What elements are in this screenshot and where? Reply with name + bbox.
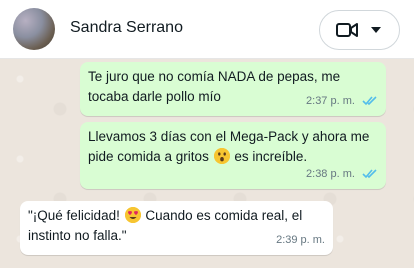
video-call-button[interactable] [319,10,400,50]
message-meta: 2:37 p. m. [306,91,378,111]
chevron-down-icon[interactable] [371,27,381,33]
heart-eyes-emoji-icon [124,207,141,223]
message-bubble-outgoing[interactable]: Te juro que no comía NADA de pepas, me t… [80,62,386,116]
message-text-part: es increíble. [234,149,308,164]
message-meta: 2:38 p. m. [306,164,378,184]
video-camera-icon [336,23,358,37]
message-bubble-incoming[interactable]: "¡Qué felicidad! Cuando es comida real, … [20,201,333,255]
astonished-face-emoji-icon [213,148,230,164]
message-time: 2:39 p. m. [276,234,325,246]
contact-name[interactable]: Sandra Serrano [70,19,183,37]
message-text: Llevamos 3 días con el Mega-Pack y ahora… [88,127,378,167]
chat-header: Sandra Serrano [0,0,414,59]
message-meta: 2:39 p. m. [276,230,325,250]
double-check-read-icon [362,96,377,106]
double-check-read-icon [362,169,377,179]
message-text-part: "¡Qué felicidad! [28,208,120,223]
contact-avatar[interactable] [13,8,55,50]
message-text: "¡Qué felicidad! Cuando es comida real, … [28,206,318,246]
message-time: 2:38 p. m. [306,168,355,180]
message-time: 2:37 p. m. [306,95,355,107]
message-bubble-outgoing[interactable]: Llevamos 3 días con el Mega-Pack y ahora… [80,122,386,189]
